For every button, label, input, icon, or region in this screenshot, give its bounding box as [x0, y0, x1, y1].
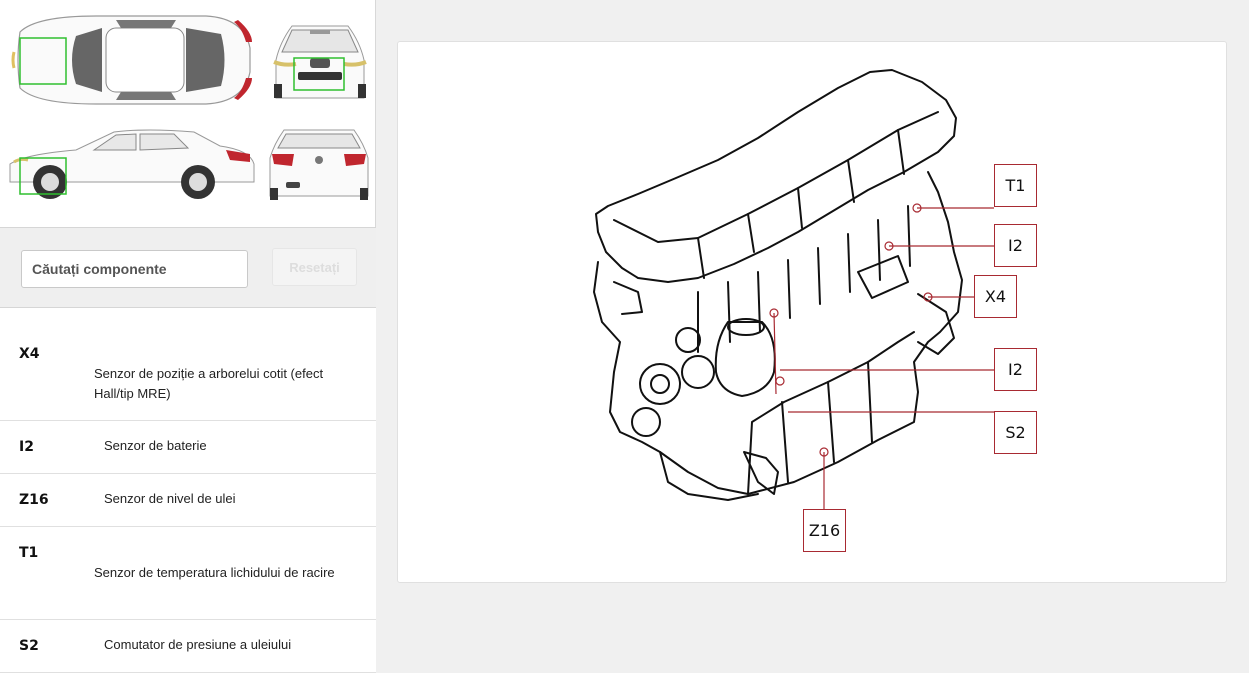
car-top-view-icon [11, 15, 252, 105]
component-code: Z16 [19, 492, 49, 508]
callout-i2-top[interactable]: I2 [994, 224, 1037, 267]
reset-button[interactable]: Resetați [272, 248, 357, 286]
list-item-x4[interactable]: X4 Senzor de poziție a arborelui cotit (… [0, 308, 376, 421]
component-list: X4 Senzor de poziție a arborelui cotit (… [0, 308, 376, 673]
component-code: X4 [19, 346, 40, 362]
callout-z16[interactable]: Z16 [803, 509, 846, 552]
component-description: Senzor de poziție a arborelui cotit (efe… [94, 366, 324, 401]
thumbnail-side-view[interactable] [6, 124, 256, 204]
search-input[interactable] [21, 250, 248, 288]
car-rear-view-icon [269, 129, 369, 200]
car-front-view-icon [273, 25, 367, 99]
component-description: Senzor de baterie [104, 438, 207, 453]
component-code: T1 [19, 545, 39, 561]
component-description: Senzor de temperatura lichidului de raci… [94, 565, 335, 580]
thumbnail-front-view[interactable] [270, 20, 370, 102]
callout-s2[interactable]: S2 [994, 411, 1037, 454]
callout-i2-bottom[interactable]: I2 [994, 348, 1037, 391]
list-item-z16[interactable]: Z16 Senzor de nivel de ulei [0, 474, 376, 527]
callout-x4[interactable]: X4 [974, 275, 1017, 318]
list-item-s2[interactable]: S2 Comutator de presiune a uleiului [0, 620, 376, 673]
engine-illustration [593, 69, 994, 509]
component-code: S2 [19, 638, 39, 654]
thumbnail-top-view[interactable] [6, 12, 256, 108]
component-description: Senzor de nivel de ulei [104, 491, 236, 506]
list-item-t1[interactable]: T1 Senzor de temperatura lichidului de r… [0, 527, 376, 620]
list-item-i2[interactable]: I2 Senzor de baterie [0, 421, 376, 474]
left-panel: Resetați X4 Senzor de poziție a arborelu… [0, 0, 376, 673]
thumbnail-rear-view[interactable] [266, 126, 372, 204]
component-description: Comutator de presiune a uleiului [104, 637, 292, 652]
component-code: I2 [19, 439, 34, 455]
callout-t1[interactable]: T1 [994, 164, 1037, 207]
engine-diagram-panel: T1 I2 X4 I2 S2 Z16 [397, 41, 1227, 583]
car-side-view-icon [9, 129, 255, 199]
vehicle-thumbnails [0, 0, 375, 227]
